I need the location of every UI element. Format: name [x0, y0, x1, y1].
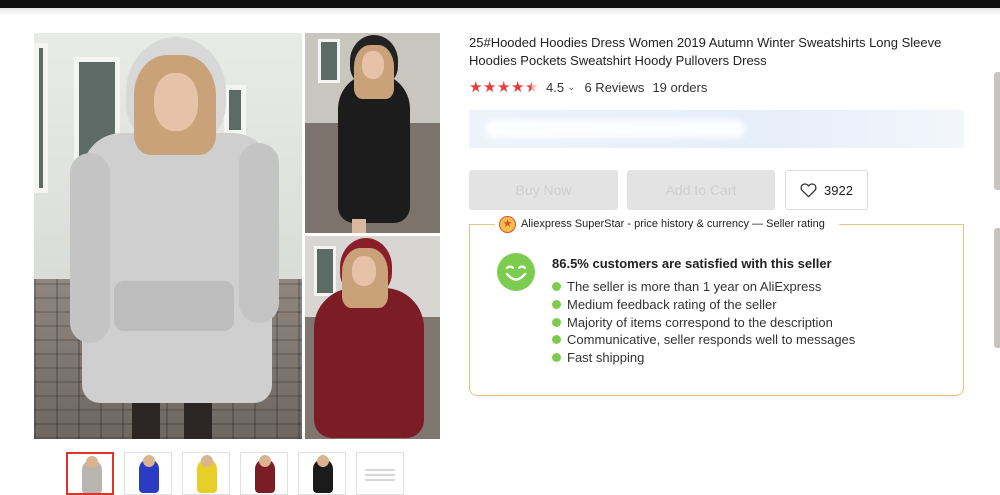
thumbnail-model-head — [317, 455, 329, 467]
seller-satisfaction: 86.5% customers are satisfied with this … — [552, 256, 832, 271]
extension-header: ★ Aliexpress SuperStar - price history &… — [469, 215, 964, 233]
thumbnail-model-head — [259, 455, 271, 467]
thumbnail-1[interactable] — [66, 452, 114, 495]
thumbnail-model-head — [143, 455, 155, 467]
thumbnail-3[interactable] — [182, 452, 230, 495]
thumbnail-4[interactable] — [240, 452, 288, 495]
star-icon: ★ — [525, 79, 539, 96]
star-icon: ★ — [469, 79, 483, 96]
extension-title[interactable]: ★ Aliexpress SuperStar - price history &… — [495, 215, 829, 233]
rating-value[interactable]: 4.5 — [546, 80, 564, 95]
rating-stars: ★ ★ ★ ★ ★ — [469, 78, 538, 96]
heart-icon — [800, 183, 817, 198]
thumbnail-model-head — [86, 456, 98, 468]
thumbnail-6[interactable] — [356, 452, 404, 495]
price-blurred — [485, 120, 745, 138]
reviews-link[interactable]: 6 Reviews — [584, 80, 644, 95]
smile-icon — [497, 253, 535, 291]
wishlist-button[interactable]: 3922 — [785, 170, 868, 210]
seller-point-text: The seller is more than 1 year on AliExp… — [567, 279, 822, 295]
seller-point: Majority of items correspond to the desc… — [552, 313, 855, 331]
seller-points-list: The seller is more than 1 year on AliExp… — [552, 278, 855, 366]
wishlist-count: 3922 — [824, 182, 853, 198]
green-dot-icon — [552, 335, 561, 345]
star-icon: ★ — [483, 79, 497, 96]
model-black-hoodie — [304, 33, 440, 233]
window-left — [34, 43, 48, 193]
main-product-image[interactable] — [34, 33, 440, 439]
seller-point: Medium feedback rating of the seller — [552, 296, 855, 314]
thumbnail-5[interactable] — [298, 452, 346, 495]
chevron-down-icon[interactable]: ⌄ — [567, 82, 575, 93]
rating-row: ★ ★ ★ ★ ★ 4.5 ⌄ 6 Reviews 19 orders — [469, 78, 707, 96]
green-dot-icon — [552, 353, 561, 363]
seller-point: Fast shipping — [552, 349, 855, 367]
add-to-cart-button[interactable]: Add to Cart — [627, 170, 775, 210]
image-divider — [302, 33, 305, 439]
superstar-icon: ★ — [499, 215, 516, 233]
seller-point-text: Majority of items correspond to the desc… — [567, 314, 833, 330]
thumbnail-model-head — [201, 455, 213, 467]
star-icon: ★ — [511, 79, 525, 96]
price-area — [469, 110, 964, 148]
star-icon: ★ — [497, 79, 511, 96]
top-bar-shadow — [0, 8, 1000, 16]
green-dot-icon — [552, 317, 561, 327]
image-divider — [304, 233, 440, 236]
seller-point-text: Fast shipping — [567, 350, 645, 366]
green-dot-icon — [552, 282, 561, 292]
model-red-hoodie — [304, 236, 440, 439]
thumbnail-2[interactable] — [124, 452, 172, 495]
green-dot-icon — [552, 300, 561, 310]
product-title: 25#Hooded Hoodies Dress Women 2019 Autum… — [469, 35, 942, 68]
seller-point: Communicative, seller responds well to m… — [552, 331, 855, 349]
window — [224, 85, 246, 135]
buy-now-button[interactable]: Buy Now — [469, 170, 618, 210]
seller-point-text: Medium feedback rating of the seller — [567, 297, 777, 313]
orders-count: 19 orders — [652, 79, 708, 95]
top-bar — [0, 0, 1000, 8]
side-panel-edge — [994, 72, 1000, 190]
seller-point: The seller is more than 1 year on AliExp… — [552, 278, 855, 296]
extension-header-text: Aliexpress SuperStar - price history & c… — [521, 218, 825, 230]
side-panel-edge — [994, 228, 1000, 348]
seller-point-text: Communicative, seller responds well to m… — [567, 332, 856, 348]
